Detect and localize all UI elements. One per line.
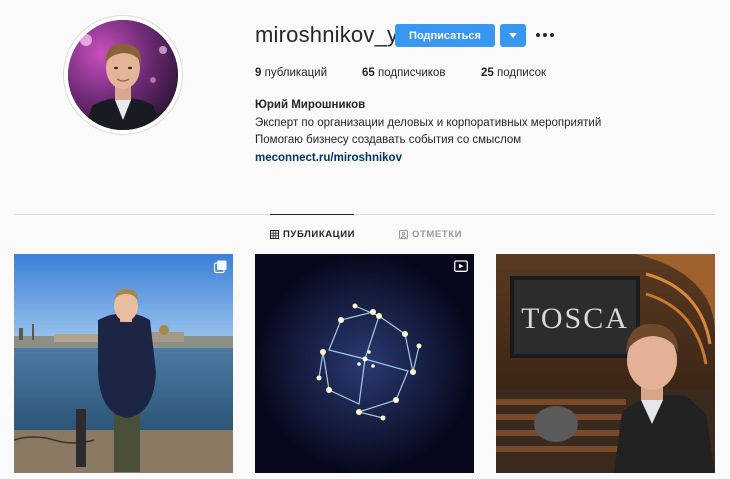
tab-tagged-label: ОТМЕТКИ xyxy=(412,229,463,240)
tagged-icon xyxy=(399,230,408,239)
tab-tagged[interactable]: ОТМЕТКИ xyxy=(399,229,462,240)
tabs-divider xyxy=(14,214,715,215)
posts-count: 9 xyxy=(255,67,262,79)
suggestions-dropdown-button[interactable] xyxy=(500,24,526,47)
profile-username: miroshnikov_y xyxy=(255,22,399,47)
grid-icon xyxy=(270,230,279,239)
chevron-down-icon xyxy=(509,33,517,38)
following-stat[interactable]: 25 подписок xyxy=(481,67,546,79)
profile-bio: Юрий Мирошников Эксперт по организации д… xyxy=(255,97,601,167)
post-thumbnail[interactable] xyxy=(14,254,233,473)
igtv-icon xyxy=(454,260,468,272)
posts-count-stat: 9 публикаций xyxy=(255,67,327,79)
bio-line: Эксперт по организации деловых и корпора… xyxy=(255,116,602,129)
more-options-icon[interactable] xyxy=(536,33,554,39)
avatar-photo xyxy=(68,20,178,130)
tab-posts-label: ПУБЛИКАЦИИ xyxy=(283,229,356,240)
multiple-photos-icon xyxy=(214,260,227,273)
profile-avatar[interactable] xyxy=(63,15,183,135)
profile-website-link[interactable]: meconnect.ru/miroshnikov xyxy=(255,150,601,168)
bio-line: Помогаю бизнесу создавать события со смы… xyxy=(255,134,522,146)
tab-posts[interactable]: ПУБЛИКАЦИИ xyxy=(270,229,355,240)
following-count: 25 xyxy=(481,67,494,79)
followers-label: подписчиков xyxy=(378,67,446,79)
post-thumbnail[interactable]: TOSCA xyxy=(496,254,715,473)
followers-stat[interactable]: 65 подписчиков xyxy=(362,67,445,79)
following-label: подписок xyxy=(497,67,547,79)
tosca-sign-text: TOSCA xyxy=(521,302,629,335)
posts-label: публикаций xyxy=(264,67,328,79)
post-thumbnail[interactable] xyxy=(255,254,474,473)
profile-full-name: Юрий Мирошников xyxy=(255,99,366,111)
followers-count: 65 xyxy=(362,67,375,79)
active-tab-indicator xyxy=(270,214,354,215)
follow-button[interactable]: Подписаться xyxy=(395,24,495,47)
